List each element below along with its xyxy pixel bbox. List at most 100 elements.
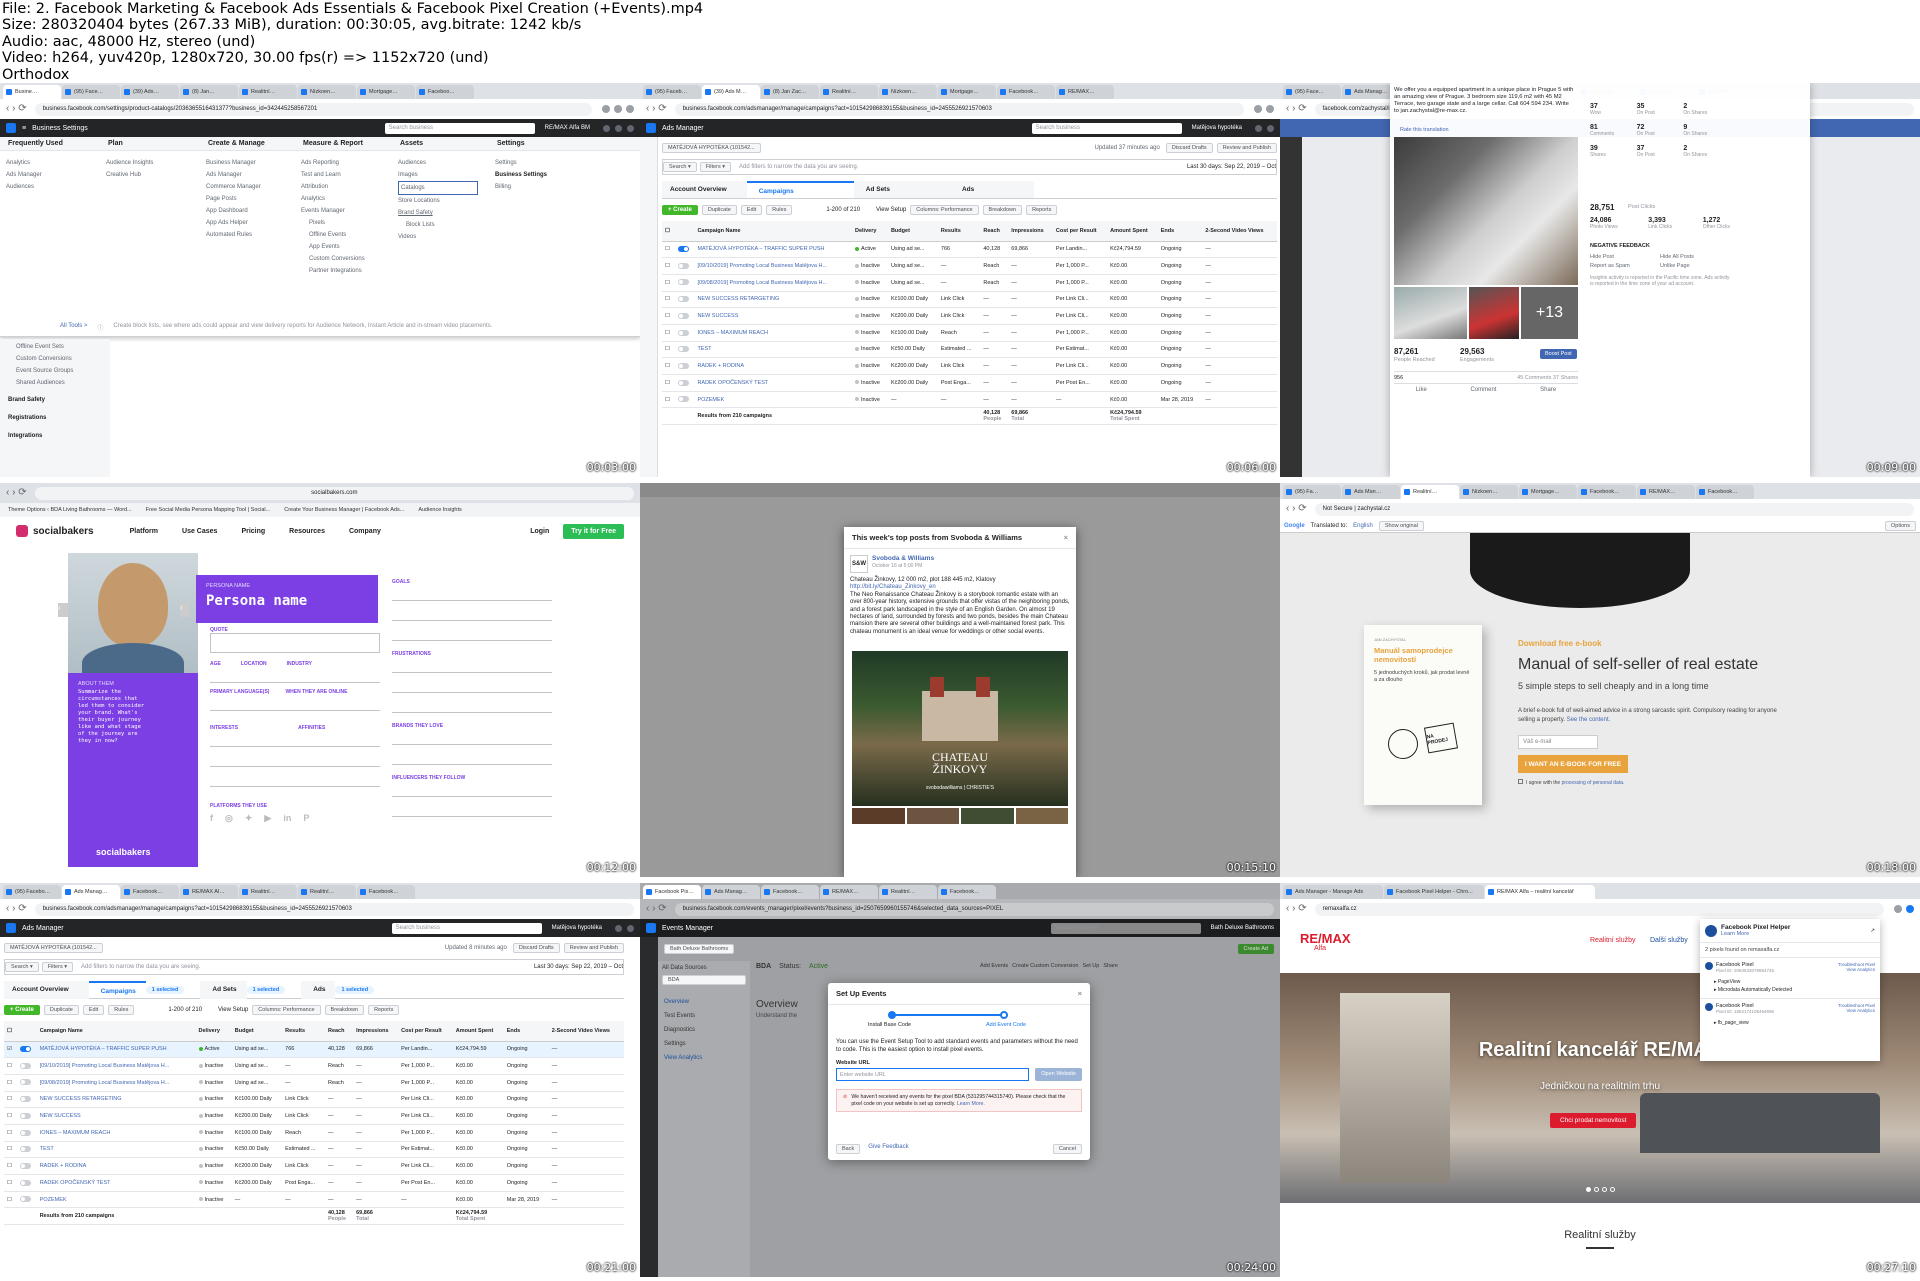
toggle-icon[interactable] <box>19 1146 31 1153</box>
table-row[interactable]: ☐ NEW SUCCESS Inactive Kč200.00 Daily Link C… <box>662 307 1277 325</box>
interests-input[interactable] <box>210 771 380 787</box>
campaign-name[interactable]: NEW SUCCESS <box>694 307 852 325</box>
menu-item[interactable]: Creative Hub <box>106 169 200 181</box>
row-checkbox[interactable]: ☐ <box>662 357 675 375</box>
tab-ads[interactable]: Ads <box>949 181 1035 198</box>
column-header[interactable]: Cost per Result <box>398 1021 453 1042</box>
influencers-input[interactable] <box>392 781 552 797</box>
add-events-button[interactable]: Add Events <box>980 963 1008 969</box>
pixel-helper-learn[interactable]: Learn More <box>1721 931 1749 937</box>
toggle-icon[interactable] <box>677 396 689 403</box>
columns-button[interactable]: Columns: Performance <box>252 1005 321 1015</box>
bookmark-tab[interactable]: Audience Insights <box>418 507 461 513</box>
menu-item[interactable]: Commerce Manager <box>206 181 295 193</box>
side-test-events[interactable]: Test Events <box>664 1009 744 1023</box>
bookmark-tab[interactable]: Free Social Media Persona Mapping Tool |… <box>146 507 271 513</box>
back-icon[interactable]: ‹ › ⟳ <box>6 904 27 914</box>
columns-button[interactable]: Columns: Performance <box>910 205 979 215</box>
row-toggle[interactable] <box>674 341 695 359</box>
address-bar[interactable]: socialbakers.com <box>34 486 634 500</box>
browser-tab[interactable]: (8) Jan Zac… <box>761 85 819 99</box>
discard-drafts-button[interactable]: Discard Drafts <box>1165 143 1213 153</box>
nav-use-cases[interactable]: Use Cases <box>182 528 217 535</box>
browser-tab[interactable]: Realitní… <box>820 85 878 99</box>
side-overview[interactable]: Overview <box>664 995 744 1009</box>
menu-icon[interactable]: ≡ <box>22 125 26 132</box>
browser-tab[interactable]: Ads Manag… <box>702 885 760 899</box>
table-row[interactable]: ☐ NEW SUCCESS RETARGETING Inactive Kč100.00… <box>4 1091 624 1109</box>
pixel-event[interactable]: ▸ fb_page_view <box>1714 1019 1875 1027</box>
facebook-logo-icon[interactable] <box>646 123 656 133</box>
column-header[interactable]: Delivery <box>195 1021 232 1042</box>
table-row[interactable]: ☐ [09/10/2019] Promoting Local Business M… <box>4 1057 624 1075</box>
toggle-icon[interactable] <box>677 362 689 369</box>
back-icon[interactable]: ‹ › ⟳ <box>646 904 667 914</box>
search-button[interactable]: Search ▾ <box>663 162 697 172</box>
back-icon[interactable]: ‹ › ⟳ <box>1286 104 1307 114</box>
persona-name-input[interactable]: Persona name <box>206 593 368 609</box>
column-header[interactable]: Reach <box>324 1021 354 1042</box>
table-row[interactable]: ☑ MATĚJOVÁ HYPOTÉKA – TRAFFIC SUPER PUSH A… <box>4 1041 624 1059</box>
view-setup-toggle[interactable]: View Setup <box>218 1007 248 1013</box>
column-header[interactable]: Impressions <box>1008 221 1053 242</box>
select-all-checkbox[interactable]: ☐ <box>4 1021 17 1042</box>
carousel-dot[interactable] <box>1594 1187 1599 1192</box>
browser-tab[interactable]: Realitní… <box>879 885 937 899</box>
browser-tab[interactable]: Mortgage… <box>1519 485 1577 499</box>
twitter-icon[interactable]: ✦ <box>245 813 253 824</box>
source-selector[interactable]: BDA <box>662 975 746 985</box>
browser-tab[interactable]: Realitní… <box>1401 485 1459 499</box>
feedback-link[interactable]: Give Feedback <box>868 1144 908 1154</box>
toggle-icon[interactable] <box>19 1196 31 1203</box>
row-checkbox[interactable]: ☐ <box>662 341 675 359</box>
quote-input[interactable] <box>210 633 380 653</box>
table-row[interactable]: ☐ TEST Inactive Kč50.00 Daily Estimated ... —… <box>662 341 1277 359</box>
campaign-name[interactable]: RADEK + RODINA <box>694 357 852 375</box>
carousel-next-icon[interactable]: › <box>180 603 190 617</box>
toggle-icon[interactable] <box>19 1096 31 1103</box>
row-checkbox[interactable]: ☐ <box>662 274 675 292</box>
row-toggle[interactable] <box>16 1157 37 1175</box>
post-link[interactable]: http://bit.ly/Chateau_Zinkovy_en <box>850 584 1070 591</box>
back-icon[interactable]: ‹ › ⟳ <box>6 488 27 498</box>
side-diagnostics[interactable]: Diagnostics <box>664 1023 744 1037</box>
comment-button[interactable]: Comment <box>1470 387 1496 393</box>
learn-more-link[interactable]: Learn More. <box>957 1101 985 1107</box>
duplicate-button[interactable]: Duplicate <box>701 205 737 215</box>
row-checkbox[interactable]: ☐ <box>662 257 675 275</box>
browser-tab[interactable]: (39) Ads… <box>121 85 179 99</box>
menu-item[interactable]: Business Settings <box>495 169 589 181</box>
remax-logo[interactable]: RE/MAX <box>1300 931 1351 946</box>
campaign-name[interactable]: POZEMEK <box>694 391 852 409</box>
menu-item[interactable]: Custom Conversions <box>301 253 392 265</box>
table-row[interactable]: ☐ POZEMEK Inactive — — — — — Kč0.00 Mar 28, 2019— <box>4 1191 624 1209</box>
instagram-icon[interactable]: ◎ <box>225 813 233 824</box>
tab-ad-sets[interactable]: Ad Sets <box>200 980 247 999</box>
breakdown-button[interactable]: Breakdown <box>324 1005 365 1015</box>
row-checkbox[interactable]: ☐ <box>4 1124 17 1142</box>
menu-item[interactable]: Pixels <box>301 217 392 229</box>
browser-tab[interactable]: Facebook Pixel Helper - Chro... <box>1384 885 1484 899</box>
rate-translation-link[interactable]: Rate this translation <box>1400 127 1449 133</box>
browser-tab[interactable]: (95) Faceb… <box>643 85 701 99</box>
table-row[interactable]: ☐ [09/08/2019] Promoting Local Business M… <box>4 1074 624 1092</box>
settings-icon[interactable] <box>1267 124 1274 132</box>
toggle-icon[interactable] <box>19 1179 31 1186</box>
privacy-link[interactable]: processing of personal data. <box>1562 780 1625 786</box>
tab-ad-sets[interactable]: Ad Sets <box>853 181 950 198</box>
setup-button[interactable]: Set Up <box>1082 963 1099 969</box>
toggle-icon[interactable] <box>677 379 689 386</box>
menu-item[interactable]: Events Manager <box>301 205 392 217</box>
sidebar-item[interactable]: Shared Audiences <box>16 377 110 389</box>
column-header[interactable]: Impressions <box>353 1021 399 1042</box>
review-publish-button[interactable]: Review and Publish <box>1216 143 1277 153</box>
row-checkbox[interactable]: ☐ <box>4 1191 17 1209</box>
side-settings[interactable]: Settings <box>664 1037 744 1051</box>
all-tools-link[interactable]: All Tools > <box>60 323 87 332</box>
column-header[interactable]: 2-Second Video Views <box>1202 221 1277 242</box>
campaign-name[interactable]: NEW SUCCESS RETARGETING <box>36 1091 196 1109</box>
frustrations-input[interactable] <box>392 657 552 673</box>
browser-tab[interactable]: (95) Face… <box>1283 85 1341 99</box>
row-toggle[interactable] <box>16 1191 37 1209</box>
share-button[interactable]: Share <box>1540 387 1556 393</box>
